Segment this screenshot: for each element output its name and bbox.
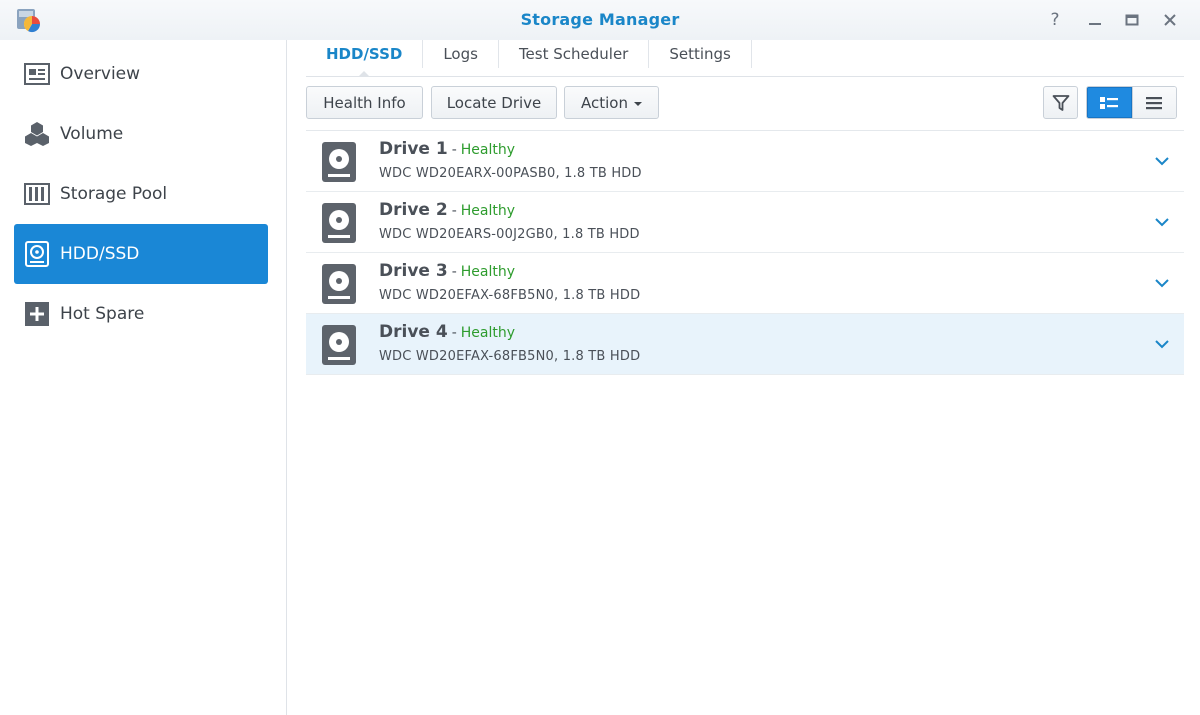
drive-title: Drive 3- Healthy [379,261,515,281]
minimize-icon [1089,23,1101,25]
drive-row[interactable]: Drive 3- Healthy WDC WD20EFAX-68FB5N0, 1.… [306,253,1184,314]
sidebar-item-storage-pool[interactable]: Storage Pool [14,164,268,224]
overview-icon [24,61,50,87]
detail-view-button[interactable] [1087,87,1132,118]
drive-name: Drive 3 [379,261,448,281]
volume-icon [24,121,50,147]
tab-settings[interactable]: Settings [649,40,752,68]
drive-model: WDC WD20EARS-00J2GB0, 1.8 TB HDD [379,227,640,242]
drive-separator: - [451,203,457,219]
drive-title: Drive 4- Healthy [379,322,515,342]
hdd-icon [24,241,50,267]
minimize-button[interactable] [1083,8,1107,32]
drive-name: Drive 4 [379,322,448,342]
detail-list-icon [1100,96,1119,109]
drive-row[interactable]: Drive 2- Healthy WDC WD20EARS-00J2GB0, 1.… [306,192,1184,253]
drive-model: WDC WD20EFAX-68FB5N0, 1.8 TB HDD [379,288,641,303]
tab-bar: HDD/SSD Logs Test Scheduler Settings [306,40,1184,77]
hard-drive-icon [322,142,356,182]
drive-model: WDC WD20EARX-00PASB0, 1.8 TB HDD [379,166,642,181]
tab-test-scheduler[interactable]: Test Scheduler [499,40,650,68]
drive-row[interactable]: Drive 1- Healthy WDC WD20EARX-00PASB0, 1.… [306,131,1184,192]
tab-logs[interactable]: Logs [423,40,499,68]
drive-list: Drive 1- Healthy WDC WD20EARX-00PASB0, 1.… [306,130,1184,375]
hard-drive-icon [322,264,356,304]
main-panel: HDD/SSD Logs Test Scheduler Settings Hea… [288,40,1200,715]
toolbar: Health Info Locate Drive Action [306,86,1184,120]
chevron-down-icon[interactable] [1154,214,1170,230]
drive-status: Healthy [460,325,516,341]
action-label: Action [581,93,628,112]
list-icon [1146,96,1163,109]
sidebar-item-hdd-ssd[interactable]: HDD/SSD [14,224,268,284]
maximize-button[interactable] [1120,8,1144,32]
close-icon [1164,14,1176,26]
health-info-button[interactable]: Health Info [306,86,423,119]
tab-hdd-ssd[interactable]: HDD/SSD [306,40,424,77]
view-toggle [1086,86,1177,119]
list-view-button[interactable] [1131,87,1176,118]
drive-status: Healthy [460,203,516,219]
drive-title: Drive 2- Healthy [379,200,515,220]
hot-spare-icon [24,301,50,327]
sidebar-item-label: Hot Spare [60,304,145,324]
drive-separator: - [451,142,457,158]
sidebar-item-label: Storage Pool [60,184,168,204]
drive-title: Drive 1- Healthy [379,139,515,159]
drive-status: Healthy [460,142,516,158]
drive-separator: - [451,264,457,280]
drive-name: Drive 1 [379,139,448,159]
drive-status: Healthy [460,264,516,280]
sidebar-item-label: Volume [60,124,124,144]
filter-icon [1052,94,1069,111]
drive-model: WDC WD20EFAX-68FB5N0, 1.8 TB HDD [379,349,641,364]
sidebar-item-volume[interactable]: Volume [14,104,268,164]
sidebar: Overview Volume Storage Pool HDD/SSD Hot… [0,40,287,715]
sidebar-item-hot-spare[interactable]: Hot Spare [14,284,268,344]
sidebar-item-label: HDD/SSD [60,244,140,264]
drive-row-selected[interactable]: Drive 4- Healthy WDC WD20EFAX-68FB5N0, 1.… [306,314,1184,375]
close-button[interactable] [1158,8,1182,32]
locate-drive-button[interactable]: Locate Drive [431,86,557,119]
filter-button[interactable] [1043,86,1078,119]
storage-pool-icon [24,181,50,207]
drive-name: Drive 2 [379,200,448,220]
help-button[interactable]: ? [1043,8,1067,32]
caret-down-icon [633,101,642,106]
drive-separator: - [451,325,457,341]
maximize-icon [1125,14,1139,26]
hard-drive-icon [322,203,356,243]
title-bar: Storage Manager ? [0,0,1200,40]
action-dropdown-button[interactable]: Action [564,86,659,119]
sidebar-item-label: Overview [60,64,141,84]
hard-drive-icon [322,325,356,365]
window-title: Storage Manager [520,10,680,29]
sidebar-item-overview[interactable]: Overview [14,44,268,104]
chevron-down-icon[interactable] [1154,336,1170,352]
chevron-down-icon[interactable] [1154,275,1170,291]
chevron-down-icon[interactable] [1154,153,1170,169]
